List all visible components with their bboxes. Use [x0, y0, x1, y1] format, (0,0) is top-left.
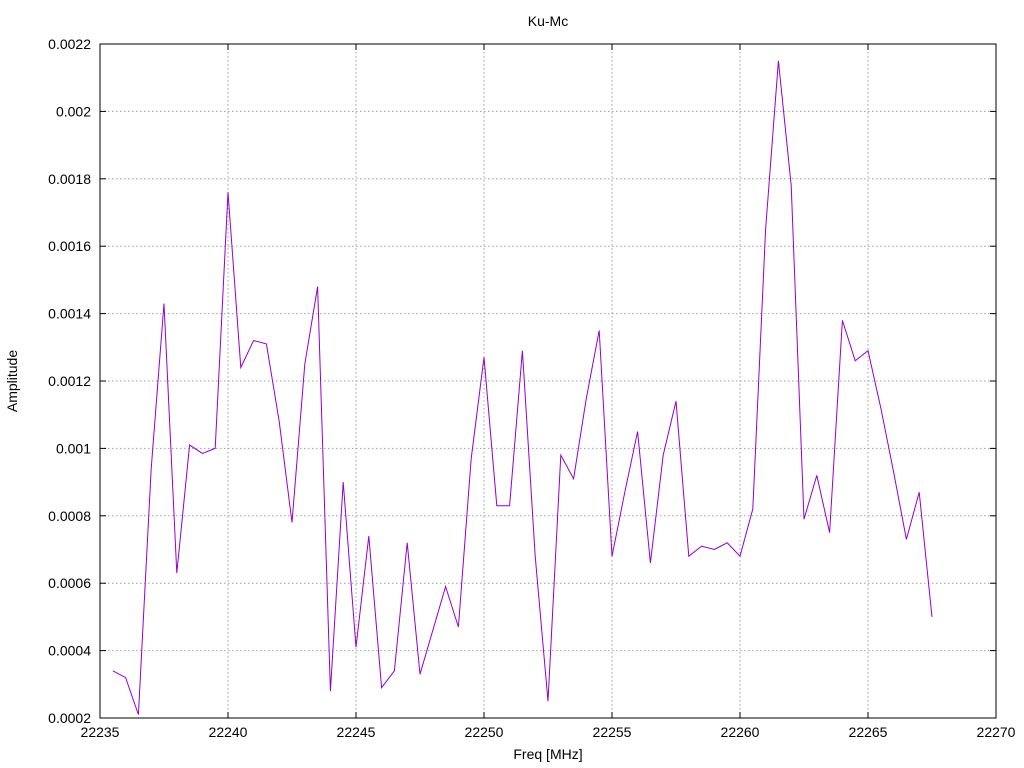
x-tick-label: 22245 — [337, 724, 376, 740]
y-tick-label: 0.0008 — [48, 508, 91, 524]
x-tick-label: 22265 — [849, 724, 888, 740]
y-axis-label: Amplitude — [4, 350, 20, 412]
series-line-1 — [112, 60, 933, 715]
x-tick-labels: 22235 22240 22245 22250 22255 22260 22265 22270 — [81, 724, 1016, 740]
x-tick-label: 22270 — [977, 724, 1016, 740]
y-tick-label: 0.0014 — [48, 306, 91, 322]
y-tick-label: 0.0004 — [48, 643, 91, 659]
x-tick-label: 22235 — [81, 724, 120, 740]
chart-title: Ku-Mc — [528, 13, 568, 29]
y-tick-label: 0.002 — [56, 103, 91, 119]
y-tick-label: 0.0018 — [48, 171, 91, 187]
y-tick-label: 0.0006 — [48, 575, 91, 591]
y-tick-label: 0.0016 — [48, 238, 91, 254]
y-tick-label: 0.0022 — [48, 36, 91, 52]
y-tick-label: 0.0002 — [48, 710, 91, 726]
line-chart: 22235 22240 22245 22250 22255 22260 22265 22270… — [4, 13, 1016, 762]
grid-lines — [100, 44, 996, 718]
x-tick-label: 22250 — [465, 724, 504, 740]
x-tick-label: 22240 — [209, 724, 248, 740]
x-axis-label: Freq [MHz] — [513, 746, 582, 762]
x-tick-label: 22260 — [721, 724, 760, 740]
y-tick-label: 0.0012 — [48, 373, 91, 389]
y-tick-labels: 0.0002 0.0004 0.0006 0.0008 0.001 0.0012 0.001… — [48, 36, 91, 726]
x-tick-label: 22255 — [593, 724, 632, 740]
y-tick-label: 0.001 — [56, 440, 91, 456]
